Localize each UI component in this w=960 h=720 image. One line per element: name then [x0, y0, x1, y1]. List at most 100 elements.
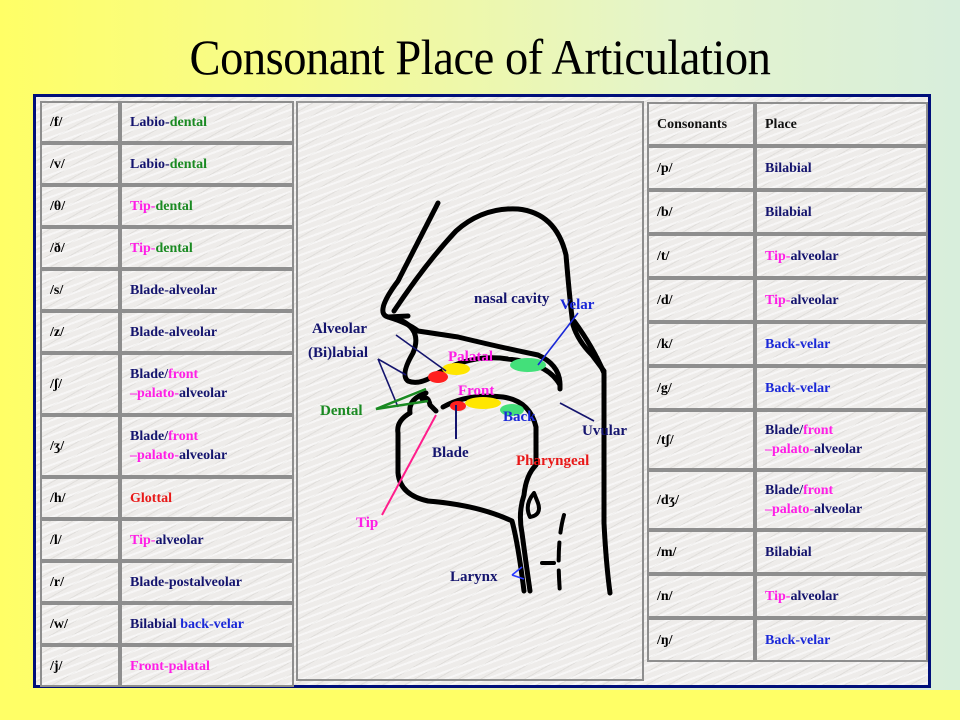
- place-of-articulation: Blade/front –palato-alveolar: [120, 415, 294, 477]
- place-segment: Bilabial: [765, 204, 812, 220]
- table-row: /tʃ/Blade/front –palato-alveolar: [647, 410, 928, 470]
- place-of-articulation: Back-velar: [755, 322, 928, 366]
- table-row: /ʒ/Blade/front –palato-alveolar: [40, 415, 294, 477]
- place-of-articulation: Tip-alveolar: [755, 234, 928, 278]
- place-of-articulation: Bilabial back-velar: [120, 603, 294, 645]
- label-back: Back: [503, 409, 536, 425]
- header-consonants: Consonants: [647, 102, 755, 146]
- consonant-symbol: /w/: [40, 603, 120, 645]
- table-row: /ð/Tip-dental: [40, 227, 294, 269]
- place-segment: Blade/: [765, 483, 804, 498]
- table-row: /l/Tip-alveolar: [40, 519, 294, 561]
- place-segment: Tip-: [130, 198, 156, 214]
- place-segment: Tip-: [765, 292, 791, 308]
- table-row: /ŋ/Back-velar: [647, 618, 928, 662]
- place-of-articulation: Front-palatal: [120, 645, 294, 687]
- consonant-symbol: /g/: [647, 366, 755, 410]
- place-segment: Glottal: [130, 490, 172, 506]
- place-segment: Labio-: [130, 156, 170, 172]
- place-segment: –palato-: [765, 502, 814, 517]
- table-row: /d/Tip-alveolar: [647, 278, 928, 322]
- place-segment: Tip-: [130, 240, 156, 256]
- place-segment: Back-velar: [765, 336, 831, 352]
- table-row: /p/Bilabial: [647, 146, 928, 190]
- consonant-symbol: /f/: [40, 101, 120, 143]
- vocal-tract-svg: nasal cavity Velar Alveolar (Bi)labial P…: [308, 200, 627, 596]
- place-segment: dental: [155, 198, 193, 214]
- table-row: /t/Tip-alveolar: [647, 234, 928, 278]
- place-of-articulation: Tip-alveolar: [120, 519, 294, 561]
- place-of-articulation: Tip-alveolar: [755, 278, 928, 322]
- label-blade: Blade: [432, 445, 469, 461]
- label-alveolar: Alveolar: [312, 321, 367, 337]
- place-segment: Back-velar: [765, 632, 831, 648]
- table-row: /dʒ/Blade/front –palato-alveolar: [647, 470, 928, 530]
- consonant-symbol: /ð/: [40, 227, 120, 269]
- place-of-articulation: Labio-dental: [120, 101, 294, 143]
- consonant-symbol: /d/: [647, 278, 755, 322]
- consonant-symbol: /l/: [40, 519, 120, 561]
- bilabial-pointer-2: [377, 358, 399, 408]
- label-velar: Velar: [560, 297, 595, 313]
- label-palatal: Palatal: [448, 349, 493, 365]
- place-segment: Blade/: [130, 367, 169, 382]
- place-segment: Bilabial: [130, 616, 181, 632]
- place-segment: alveolar: [790, 248, 839, 264]
- consonant-symbol: /p/: [647, 146, 755, 190]
- consonant-symbol: /m/: [647, 530, 755, 574]
- consonant-symbol: /b/: [647, 190, 755, 234]
- place-segment: Labio-: [130, 114, 170, 130]
- label-uvular: Uvular: [582, 423, 627, 439]
- place-segment: alveolar: [790, 588, 839, 604]
- table-row: /n/Tip-alveolar: [647, 574, 928, 618]
- label-dental: Dental: [320, 403, 363, 419]
- consonant-symbol: /h/: [40, 477, 120, 519]
- place-of-articulation: Blade/front –palato-alveolar: [755, 470, 928, 530]
- table-row: /h/Glottal: [40, 477, 294, 519]
- place-segment: Blade-alveolar: [130, 324, 218, 340]
- content-frame: /f/Labio-dental/v/Labio-dental/θ/Tip-den…: [33, 94, 931, 688]
- place-segment: Bilabial: [765, 544, 812, 560]
- consonant-symbol: /s/: [40, 269, 120, 311]
- consonant-symbol: /tʃ/: [647, 410, 755, 470]
- place-of-articulation: Tip-dental: [120, 227, 294, 269]
- label-bilabial: (Bi)labial: [308, 345, 368, 361]
- table-row: /b/Bilabial: [647, 190, 928, 234]
- table-row: /v/Labio-dental: [40, 143, 294, 185]
- table-row: /w/Bilabial back-velar: [40, 603, 294, 645]
- consonant-symbol: /n/: [647, 574, 755, 618]
- place-of-articulation: Bilabial: [755, 146, 928, 190]
- slide-title: Consonant Place of Articulation: [189, 29, 771, 85]
- consonant-symbol: /ʒ/: [40, 415, 120, 477]
- place-segment: Back-velar: [765, 380, 831, 396]
- place-segment: dental: [169, 114, 208, 130]
- table-row: /g/Back-velar: [647, 366, 928, 410]
- place-segment: dental: [169, 156, 208, 172]
- consonant-symbol: /k/: [647, 322, 755, 366]
- table-row: /ʃ/Blade/front –palato-alveolar: [40, 353, 294, 415]
- vocal-tract-diagram: nasal cavity Velar Alveolar (Bi)labial P…: [296, 101, 644, 681]
- consonant-symbol: /ʃ/: [40, 353, 120, 415]
- place-segment: Blade-alveolar: [130, 282, 218, 298]
- place-segment: front: [803, 423, 834, 438]
- epiglottis: [525, 491, 541, 519]
- label-nasal-cavity: nasal cavity: [474, 291, 550, 307]
- consonant-symbol: /t/: [647, 234, 755, 278]
- place-segment: –palato-: [765, 442, 814, 457]
- slide-bottom-band: [0, 690, 960, 720]
- place-segment: alveolar: [814, 502, 863, 517]
- label-pharyngeal: Pharyngeal: [516, 453, 589, 469]
- table-header-row: Consonants Place: [647, 102, 928, 146]
- vocal-tract-dashed: [556, 513, 566, 595]
- consonant-symbol: /j/: [40, 645, 120, 687]
- bilabial-pointer-1: [377, 358, 407, 376]
- right-consonant-table: Consonants Place /p/Bilabial/b/Bilabial /…: [647, 102, 928, 662]
- place-segment: Front-palatal: [130, 658, 210, 674]
- place-of-articulation: Blade/front –palato-alveolar: [755, 410, 928, 470]
- place-segment: front: [168, 367, 199, 382]
- label-larynx: Larynx: [450, 569, 498, 585]
- place-segment: front: [168, 429, 199, 444]
- consonant-symbol: /dʒ/: [647, 470, 755, 530]
- place-of-articulation: Back-velar: [755, 366, 928, 410]
- place-segment: Blade-postalveolar: [130, 574, 242, 590]
